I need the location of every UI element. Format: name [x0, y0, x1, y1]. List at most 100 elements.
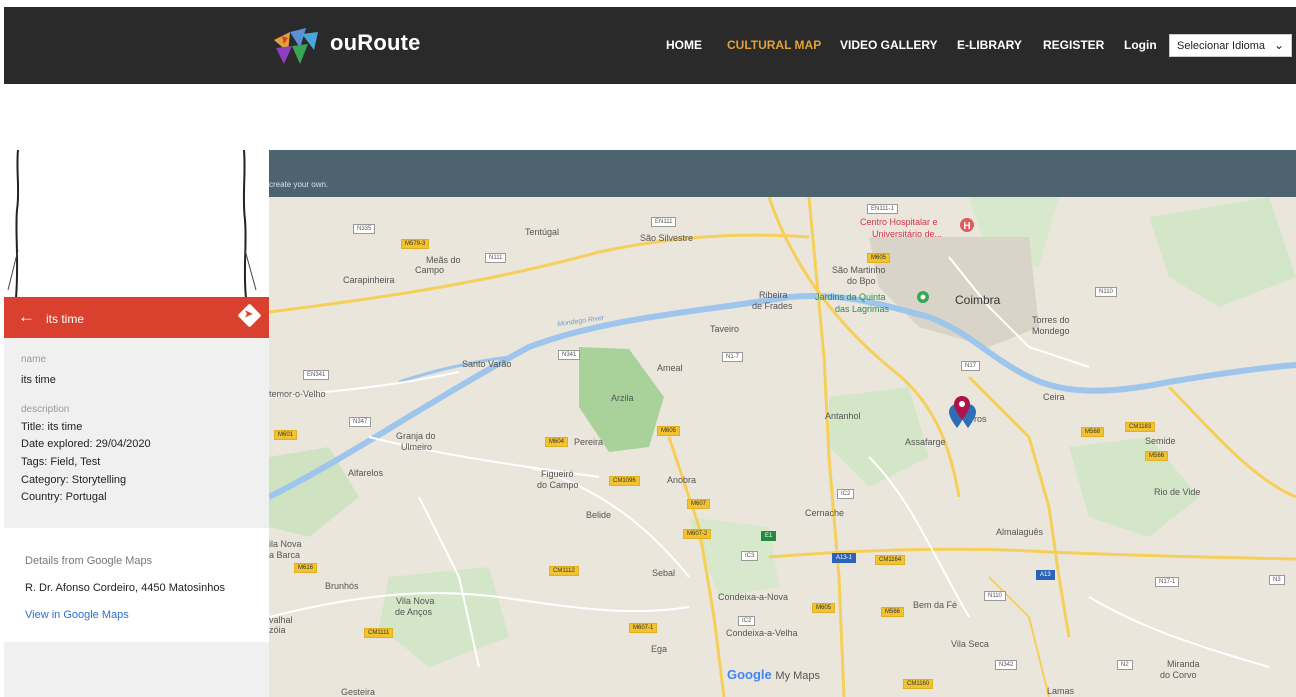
map-label: do Campo	[537, 480, 579, 490]
map-label: Miranda	[1167, 659, 1200, 669]
map-banner-text[interactable]: create your own.	[269, 180, 328, 189]
hospital-icon[interactable]: H	[959, 217, 975, 233]
road-badge: M607	[687, 499, 711, 509]
map-label: Semide	[1145, 436, 1176, 446]
road-badge: A13-1	[832, 553, 857, 563]
nav-e-library[interactable]: E-LIBRARY	[957, 38, 1022, 52]
road-badge: M616	[294, 563, 318, 573]
description-line: Category: Storytelling	[21, 474, 127, 486]
road-badge: EN111-1	[867, 204, 898, 214]
map-label: Meãs do	[426, 255, 461, 265]
logo-text[interactable]: ouRoute	[330, 30, 421, 56]
road-badge: M607-1	[629, 623, 658, 633]
map-label: Ameal	[657, 363, 683, 373]
road-badge: CM1112	[549, 566, 579, 576]
road-badge: M605	[812, 603, 836, 613]
road-badge: EN111	[651, 217, 677, 227]
nav-video-gallery[interactable]: VIDEO GALLERY	[840, 38, 938, 52]
description-line: Date explored: 29/04/2020	[21, 438, 151, 450]
nav-cultural-map[interactable]: CULTURAL MAP	[727, 38, 821, 52]
road-badge: N110	[984, 591, 1006, 601]
nav-register[interactable]: REGISTER	[1043, 38, 1104, 52]
name-value: its time	[21, 374, 56, 386]
road-badge: M604	[545, 437, 569, 447]
name-label: name	[21, 354, 47, 365]
map-label: zóia	[269, 625, 286, 635]
road-badge: CM1183	[1125, 422, 1156, 432]
map-label: Jardins da Quinta	[815, 292, 886, 302]
map-label: ila Nova	[269, 539, 302, 549]
description-label: description	[21, 404, 70, 415]
view-in-google-maps-link[interactable]: View in Google Maps	[25, 609, 129, 621]
road-badge: CM1164	[875, 555, 906, 565]
map-label: Coimbra	[955, 293, 1001, 307]
road-badge: E1	[761, 531, 777, 541]
map-label: Ulmeiro	[401, 442, 433, 452]
map-label: São Martinho	[832, 265, 886, 275]
nav-home[interactable]: HOME	[666, 38, 702, 52]
description-line: Country: Portugal	[21, 491, 107, 503]
language-select-value: Selecionar Idioma	[1177, 40, 1266, 52]
road-badge: N342	[995, 660, 1018, 670]
map-label: São Silvestre	[640, 233, 694, 243]
place-photo	[4, 149, 269, 299]
ouroute-logo-icon[interactable]	[272, 26, 320, 66]
info-panel-title: its time	[46, 312, 85, 326]
map-label: Cernache	[805, 508, 845, 518]
google-my-maps-logo: Google My Maps	[727, 667, 820, 682]
map-label: Campo	[415, 265, 445, 275]
map-label: Gesteira	[341, 687, 376, 697]
map-label: Centro Hospitalar e	[860, 217, 938, 227]
map-label: Ceira	[1043, 392, 1065, 402]
road-badge: N347	[349, 417, 372, 427]
map-label: de Anços	[395, 607, 433, 617]
road-badge: CM1096	[609, 476, 640, 486]
road-badge: N335	[353, 224, 376, 234]
description-line: Title: its time	[21, 421, 83, 433]
map-label: das Lagrimas	[835, 304, 890, 314]
map-label: temor-o-Velho	[269, 389, 326, 399]
map-canvas[interactable]: Coimbra Tentúgal São Silvestre Meãs do C…	[269, 197, 1296, 697]
road-badge: M605	[657, 426, 681, 436]
panel-footer	[4, 642, 269, 697]
road-badge: N17	[961, 361, 981, 371]
road-badge: N341	[558, 350, 581, 360]
road-badge: IC2	[738, 616, 756, 626]
map-label: Arzila	[611, 393, 634, 403]
back-arrow-icon[interactable]: ←	[18, 307, 35, 327]
road-badge: N110	[1095, 287, 1117, 297]
road-badge: M601	[274, 430, 298, 440]
road-badge: M607-2	[683, 529, 712, 539]
road-badge: M605	[867, 253, 891, 263]
road-badge: M566	[1145, 451, 1169, 461]
google-details-box: Details from Google Maps R. Dr. Afonso C…	[4, 528, 269, 642]
map-label: Ega	[651, 644, 668, 654]
map-label: do Corvo	[1160, 670, 1197, 680]
map-label: Sebal	[652, 568, 676, 578]
chevron-down-icon: ⌄	[1273, 38, 1284, 52]
park-icon[interactable]	[916, 290, 930, 304]
map-label: Alfarelos	[348, 468, 384, 478]
map-label: Bem da Fé	[913, 600, 958, 610]
map-label: Brunhós	[325, 581, 359, 591]
nav-login[interactable]: Login	[1124, 38, 1157, 52]
road-badge: M568	[1081, 427, 1105, 437]
map-label: Mondego	[1032, 326, 1070, 336]
road-badge: EN341	[303, 370, 330, 380]
location-pin-icon[interactable]	[948, 396, 980, 432]
map-label: Rio de Vide	[1154, 487, 1201, 497]
map-label: do Bpo	[847, 276, 876, 286]
road-badge: N2	[1117, 660, 1133, 670]
directions-icon[interactable]: ➤	[237, 303, 262, 328]
google-wordmark: Google	[727, 667, 772, 682]
language-select[interactable]: Selecionar Idioma ⌄	[1169, 34, 1292, 57]
description-line: Tags: Field, Test	[21, 456, 101, 468]
map-label: Anobra	[667, 475, 697, 485]
google-details-title: Details from Google Maps	[25, 555, 153, 567]
map-label: Granja do	[396, 431, 436, 441]
map-label: Condeixa-a-Nova	[718, 592, 789, 602]
map-label: Tentúgal	[525, 227, 560, 237]
google-address: R. Dr. Afonso Cordeiro, 4450 Matosinhos	[25, 582, 225, 594]
svg-text:H: H	[963, 221, 970, 232]
map-label: a Barca	[269, 550, 301, 560]
